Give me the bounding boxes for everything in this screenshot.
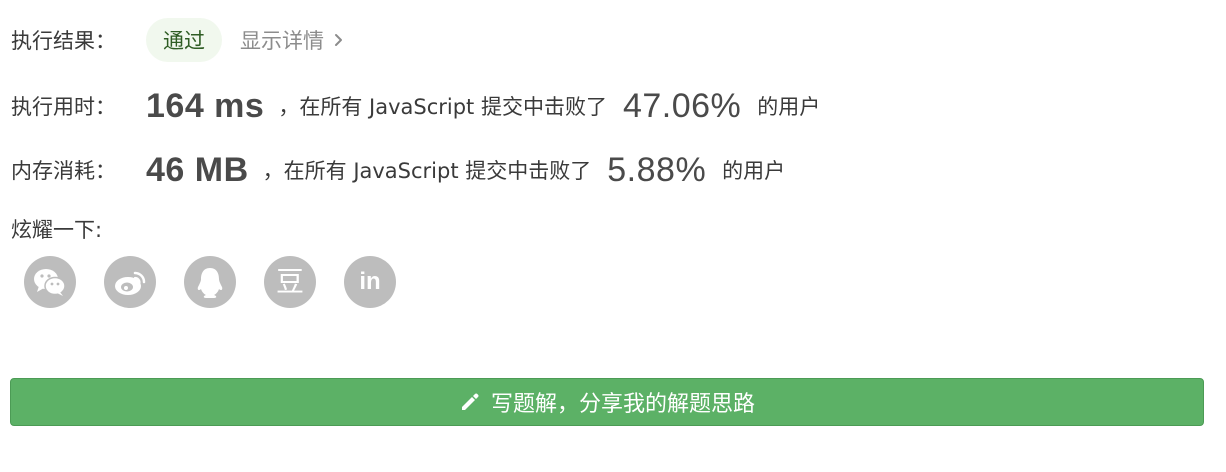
- runtime-row: 执行用时： 164 ms ，在所有 JavaScript 提交中击败了 47.0…: [11, 84, 820, 128]
- memory-label: 内存消耗：: [11, 159, 116, 183]
- wechat-share-button[interactable]: [24, 256, 76, 308]
- wechat-icon: [34, 269, 66, 296]
- write-solution-button[interactable]: 写题解，分享我的解题思路: [10, 378, 1204, 426]
- show-details-label: 显示详情: [240, 29, 324, 53]
- share-icon-list: 豆 in: [24, 256, 396, 308]
- result-row: 执行结果： 通过 显示详情: [11, 18, 346, 62]
- chevron-right-icon: [335, 34, 342, 46]
- pencil-icon: [461, 393, 479, 410]
- memory-row: 内存消耗： 46 MB ，在所有 JavaScript 提交中击败了 5.88%…: [11, 148, 785, 192]
- write-solution-label: 写题解，分享我的解题思路: [490, 392, 755, 417]
- show-details-link[interactable]: 显示详情: [240, 25, 346, 55]
- status-badge: 通过: [146, 18, 222, 62]
- weibo-icon: [115, 271, 146, 295]
- memory-suffix: 的用户: [722, 159, 786, 183]
- douban-icon: 豆: [275, 265, 304, 298]
- qq-icon: [197, 268, 223, 298]
- memory-percent: 5.88%: [607, 150, 707, 189]
- memory-value: 46 MB: [146, 150, 249, 189]
- qq-share-button[interactable]: [184, 256, 236, 308]
- runtime-description: ，在所有 JavaScript 提交中击败了: [278, 95, 607, 119]
- memory-description: ，在所有 JavaScript 提交中击败了: [262, 159, 592, 183]
- weibo-share-button[interactable]: [104, 256, 156, 308]
- runtime-suffix: 的用户: [757, 95, 821, 119]
- share-label: 炫耀一下:: [11, 218, 103, 242]
- runtime-value: 164 ms: [146, 86, 265, 125]
- runtime-label: 执行用时：: [11, 95, 116, 119]
- submission-result-panel: 执行结果： 通过 显示详情 执行用时： 164 ms ，在所有 JavaScri…: [0, 0, 1226, 472]
- runtime-percent: 47.06%: [622, 86, 742, 125]
- linkedin-share-button[interactable]: in: [344, 256, 396, 308]
- linkedin-icon: in: [359, 268, 381, 295]
- douban-share-button[interactable]: 豆: [264, 256, 316, 308]
- result-label: 执行结果：: [11, 29, 116, 53]
